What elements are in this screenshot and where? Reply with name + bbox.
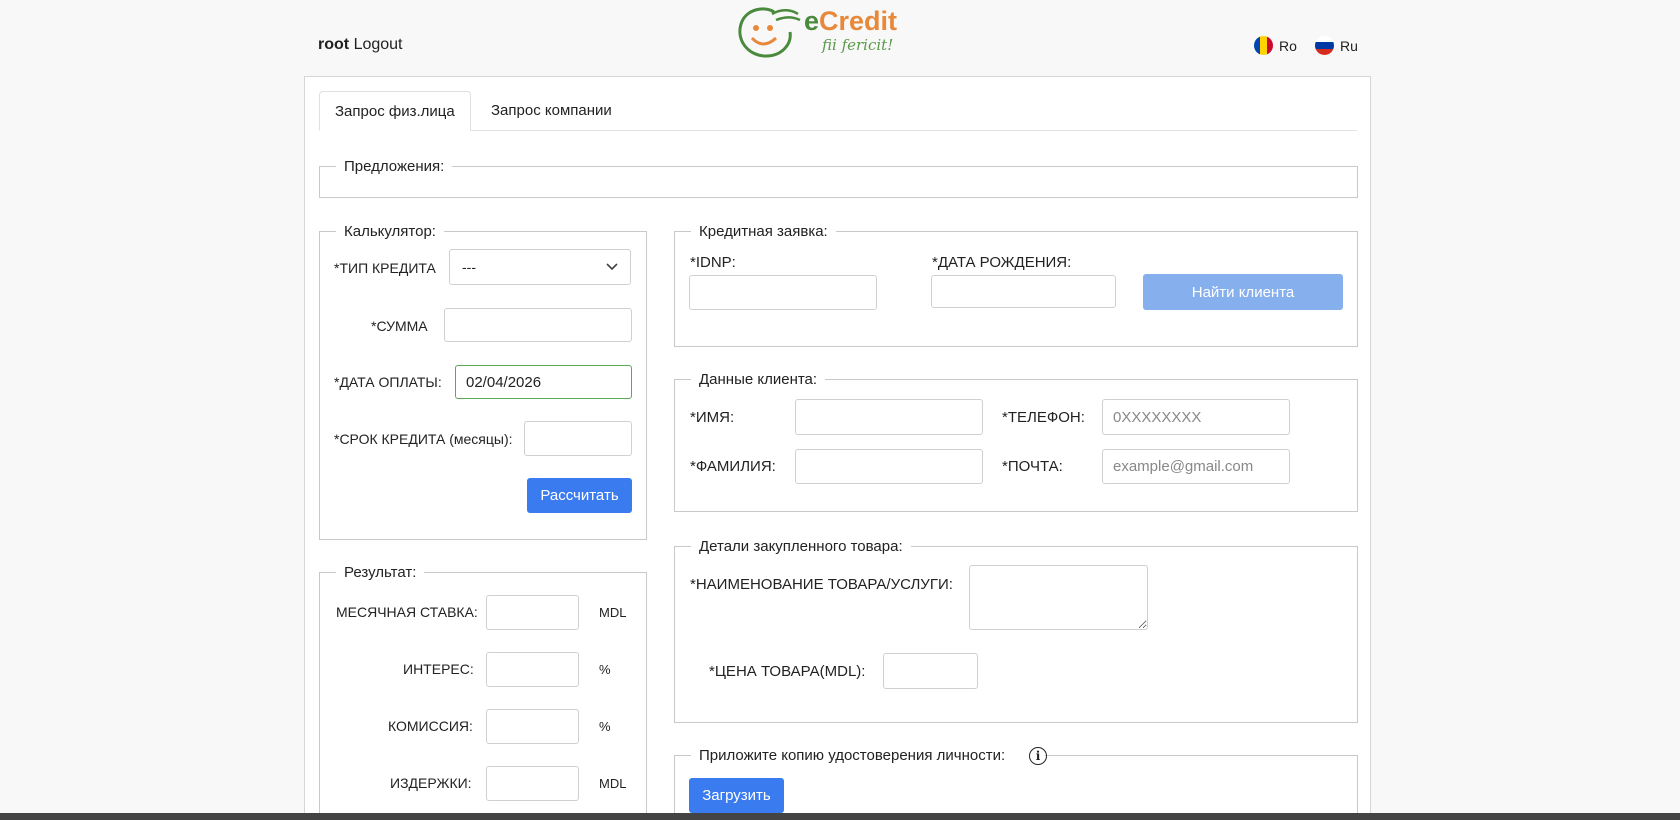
smiley-logo-icon — [738, 7, 801, 58]
find-client-button[interactable]: Найти клиента — [1143, 274, 1343, 310]
phone-label: *ТЕЛЕФОН: — [1002, 409, 1085, 426]
calculate-button[interactable]: Рассчитать — [527, 478, 632, 513]
last-name-input[interactable] — [795, 449, 983, 484]
calculator-legend: Калькулятор: — [344, 223, 436, 240]
payment-date-label: *ДАТА ОПЛАТЫ: — [334, 374, 442, 390]
interest-unit: % — [599, 662, 611, 677]
monthly-rate-input[interactable] — [486, 595, 579, 630]
lang-ro-label: Ro — [1279, 37, 1297, 54]
credit-type-label: *ТИП КРЕДИТА — [334, 260, 436, 276]
idnp-label: *IDNP: — [690, 254, 736, 271]
result-legend: Результат: — [344, 564, 417, 581]
id-copy-legend: Приложите копию удостоверения личности: — [691, 747, 1045, 764]
request-form-card: Запрос физ.лица Запрос компании Предложе… — [304, 76, 1371, 820]
product-name-textarea[interactable] — [969, 565, 1148, 630]
monthly-rate-unit: MDL — [599, 605, 627, 620]
costs-label: ИЗДЕРЖКИ: — [390, 775, 472, 791]
birth-date-label: *ДАТА РОЖДЕНИЯ: — [932, 254, 1072, 271]
client-data-fieldset: Данные клиента: — [674, 371, 1358, 512]
last-name-label: *ФАМИЛИЯ: — [690, 458, 776, 475]
window-bottom-edge — [0, 813, 1680, 820]
info-icon[interactable]: i — [1029, 747, 1047, 765]
payment-date-input[interactable] — [455, 365, 632, 399]
email-input[interactable] — [1102, 449, 1290, 484]
commission-unit: % — [599, 719, 611, 734]
russia-flag-icon — [1315, 36, 1334, 55]
user-name: root — [318, 36, 350, 53]
result-fieldset: Результат: — [319, 564, 647, 820]
price-label: *ЦЕНА ТОВАРА(MDL): — [709, 663, 866, 680]
id-copy-legend-text: Приложите копию удостоверения личности: — [699, 747, 1006, 764]
credit-term-label: *СРОК КРЕДИТА (месяцы): — [334, 431, 513, 447]
interest-input[interactable] — [486, 652, 579, 687]
client-data-legend: Данные клиента: — [699, 371, 818, 388]
phone-input[interactable] — [1102, 399, 1290, 435]
tab-company-request[interactable]: Запрос компании — [476, 91, 627, 131]
logo-brand-e: e — [804, 6, 820, 36]
first-name-input[interactable] — [795, 399, 983, 435]
user-area: root Logout — [318, 36, 403, 54]
logo-slogan: fii fericit! — [822, 36, 894, 54]
first-name-label: *ИМЯ: — [690, 409, 735, 426]
offers-legend: Предложения: — [344, 158, 445, 175]
offers-fieldset: Предложения: — [319, 158, 1358, 198]
logo-brand-text: eCredit — [804, 6, 897, 37]
moldova-flag-icon — [1254, 36, 1273, 55]
email-label: *ПОЧТА: — [1002, 458, 1063, 475]
costs-unit: MDL — [599, 776, 627, 791]
commission-label: КОМИССИЯ: — [388, 718, 473, 734]
credit-type-select[interactable]: --- — [449, 249, 631, 285]
top-bar: root Logout eCredit fii fericit! Ro Ru — [0, 0, 1680, 76]
interest-label: ИНТЕРЕС: — [403, 661, 474, 677]
credit-term-input[interactable] — [524, 421, 632, 456]
lang-ru[interactable]: Ru — [1315, 36, 1358, 55]
commission-input[interactable] — [486, 709, 579, 744]
idnp-input[interactable] — [689, 275, 877, 310]
credit-type-value: --- — [462, 259, 476, 275]
upload-button[interactable]: Загрузить — [689, 778, 784, 813]
costs-input[interactable] — [486, 766, 579, 801]
tab-individual-request[interactable]: Запрос физ.лица — [319, 91, 471, 131]
price-input[interactable] — [883, 653, 978, 689]
lang-ru-label: Ru — [1340, 37, 1358, 54]
lang-ro[interactable]: Ro — [1254, 36, 1297, 55]
chevron-down-icon — [606, 263, 618, 271]
logout-link[interactable]: Logout — [354, 36, 403, 53]
product-details-legend: Детали закупленного товара: — [699, 538, 903, 555]
credit-request-legend: Кредитная заявка: — [699, 223, 828, 240]
monthly-rate-label: МЕСЯЧНАЯ СТАВКА: — [336, 604, 478, 620]
logo-brand-rest: Credit — [819, 6, 898, 36]
amount-label: *СУММА — [371, 318, 428, 334]
amount-input[interactable] — [444, 308, 632, 342]
birth-date-input[interactable] — [931, 275, 1116, 308]
request-tabs: Запрос физ.лица Запрос компании — [319, 91, 1357, 131]
ecredit-logo[interactable]: eCredit fii fericit! — [736, 4, 906, 60]
product-name-label: *НАИМЕНОВАНИЕ ТОВАРА/УСЛУГИ: — [690, 576, 953, 593]
